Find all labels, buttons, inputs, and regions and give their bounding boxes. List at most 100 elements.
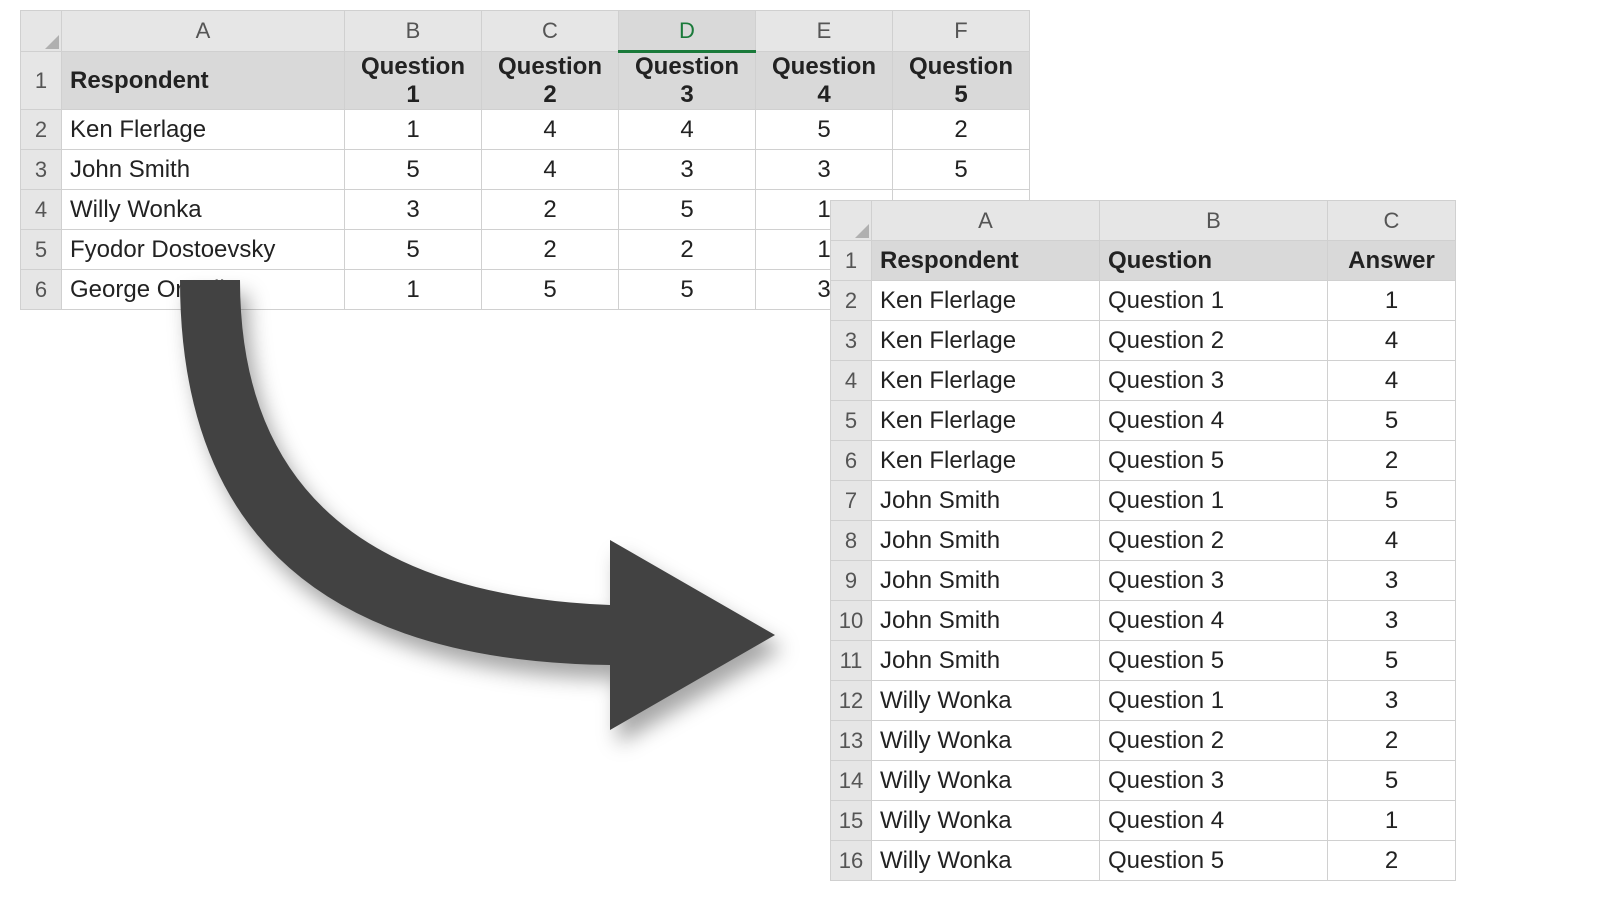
cell[interactable]: 4 bbox=[482, 150, 619, 190]
cell[interactable]: 2 bbox=[1328, 721, 1456, 761]
header-cell[interactable]: Question 1 bbox=[345, 52, 482, 110]
header-cell[interactable]: Question 5 bbox=[893, 52, 1030, 110]
cell[interactable]: Question 4 bbox=[1100, 601, 1328, 641]
cell[interactable]: 4 bbox=[482, 110, 619, 150]
cell[interactable]: Question 5 bbox=[1100, 641, 1328, 681]
cell[interactable]: 4 bbox=[619, 110, 756, 150]
cell[interactable]: 5 bbox=[893, 150, 1030, 190]
cell[interactable]: Question 4 bbox=[1100, 401, 1328, 441]
header-cell[interactable]: Question bbox=[1100, 241, 1328, 281]
row-header[interactable]: 12 bbox=[831, 681, 872, 721]
row-header[interactable]: 3 bbox=[21, 150, 62, 190]
cell[interactable]: Ken Flerlage bbox=[872, 401, 1100, 441]
cell[interactable]: Question 1 bbox=[1100, 281, 1328, 321]
row-header[interactable]: 2 bbox=[21, 110, 62, 150]
col-header-A[interactable]: A bbox=[62, 11, 345, 52]
row-header[interactable]: 15 bbox=[831, 801, 872, 841]
col-header-D[interactable]: D bbox=[619, 11, 756, 52]
row-header[interactable]: 3 bbox=[831, 321, 872, 361]
row-header[interactable]: 9 bbox=[831, 561, 872, 601]
cell[interactable]: 5 bbox=[1328, 641, 1456, 681]
row-header[interactable]: 4 bbox=[21, 190, 62, 230]
cell[interactable]: Question 5 bbox=[1100, 441, 1328, 481]
cell[interactable]: 5 bbox=[619, 190, 756, 230]
cell[interactable]: 4 bbox=[1328, 521, 1456, 561]
row-header[interactable]: 7 bbox=[831, 481, 872, 521]
header-cell[interactable]: Question 2 bbox=[482, 52, 619, 110]
cell[interactable]: 5 bbox=[345, 150, 482, 190]
cell[interactable]: 4 bbox=[1328, 321, 1456, 361]
cell[interactable]: 5 bbox=[1328, 761, 1456, 801]
cell[interactable]: 3 bbox=[619, 150, 756, 190]
cell[interactable]: Ken Flerlage bbox=[872, 361, 1100, 401]
row-header[interactable]: 6 bbox=[21, 270, 62, 310]
col-header-F[interactable]: F bbox=[893, 11, 1030, 52]
header-cell[interactable]: Answer bbox=[1328, 241, 1456, 281]
cell[interactable]: Question 5 bbox=[1100, 841, 1328, 881]
cell[interactable]: 2 bbox=[482, 190, 619, 230]
cell[interactable]: 1 bbox=[1328, 801, 1456, 841]
cell[interactable]: John Smith bbox=[872, 601, 1100, 641]
cell[interactable]: John Smith bbox=[872, 641, 1100, 681]
cell[interactable]: 3 bbox=[1328, 601, 1456, 641]
cell[interactable]: Ken Flerlage bbox=[872, 441, 1100, 481]
cell[interactable]: Question 3 bbox=[1100, 761, 1328, 801]
select-all-corner[interactable] bbox=[831, 201, 872, 241]
col-header-B[interactable]: B bbox=[1100, 201, 1328, 241]
cell[interactable]: Ken Flerlage bbox=[872, 281, 1100, 321]
col-header-A[interactable]: A bbox=[872, 201, 1100, 241]
row-header[interactable]: 8 bbox=[831, 521, 872, 561]
cell[interactable]: 4 bbox=[1328, 361, 1456, 401]
cell[interactable]: John Smith bbox=[872, 521, 1100, 561]
row-header[interactable]: 11 bbox=[831, 641, 872, 681]
cell[interactable]: Question 1 bbox=[1100, 481, 1328, 521]
header-cell[interactable]: Question 3 bbox=[619, 52, 756, 110]
cell[interactable]: Willy Wonka bbox=[872, 681, 1100, 721]
cell[interactable]: 3 bbox=[756, 150, 893, 190]
row-header[interactable]: 6 bbox=[831, 441, 872, 481]
cell[interactable]: 2 bbox=[1328, 441, 1456, 481]
cell[interactable]: Question 1 bbox=[1100, 681, 1328, 721]
cell[interactable]: Question 2 bbox=[1100, 521, 1328, 561]
row-header[interactable]: 16 bbox=[831, 841, 872, 881]
cell[interactable]: 3 bbox=[345, 190, 482, 230]
row-header[interactable]: 14 bbox=[831, 761, 872, 801]
cell[interactable]: 3 bbox=[1328, 681, 1456, 721]
cell[interactable]: Question 4 bbox=[1100, 801, 1328, 841]
col-header-E[interactable]: E bbox=[756, 11, 893, 52]
col-header-C[interactable]: C bbox=[482, 11, 619, 52]
cell[interactable]: Willy Wonka bbox=[872, 721, 1100, 761]
select-all-corner[interactable] bbox=[21, 11, 62, 52]
cell[interactable]: Ken Flerlage bbox=[62, 110, 345, 150]
cell[interactable]: 5 bbox=[756, 110, 893, 150]
col-header-B[interactable]: B bbox=[345, 11, 482, 52]
cell[interactable]: Willy Wonka bbox=[872, 841, 1100, 881]
cell[interactable]: Willy Wonka bbox=[62, 190, 345, 230]
cell[interactable]: Willy Wonka bbox=[872, 801, 1100, 841]
cell[interactable]: 3 bbox=[1328, 561, 1456, 601]
header-cell[interactable]: Question 4 bbox=[756, 52, 893, 110]
row-header[interactable]: 1 bbox=[21, 52, 62, 110]
row-header[interactable]: 2 bbox=[831, 281, 872, 321]
cell[interactable]: 5 bbox=[1328, 401, 1456, 441]
header-cell[interactable]: Respondent bbox=[872, 241, 1100, 281]
row-header[interactable]: 4 bbox=[831, 361, 872, 401]
row-header[interactable]: 10 bbox=[831, 601, 872, 641]
cell[interactable]: Willy Wonka bbox=[872, 761, 1100, 801]
cell[interactable]: 1 bbox=[345, 110, 482, 150]
header-cell[interactable]: Respondent bbox=[62, 52, 345, 110]
cell[interactable]: Ken Flerlage bbox=[872, 321, 1100, 361]
row-header[interactable]: 1 bbox=[831, 241, 872, 281]
cell[interactable]: Question 3 bbox=[1100, 361, 1328, 401]
row-header[interactable]: 5 bbox=[21, 230, 62, 270]
cell[interactable]: John Smith bbox=[872, 481, 1100, 521]
cell[interactable]: 1 bbox=[1328, 281, 1456, 321]
row-header[interactable]: 13 bbox=[831, 721, 872, 761]
cell[interactable]: John Smith bbox=[872, 561, 1100, 601]
cell[interactable]: 2 bbox=[893, 110, 1030, 150]
col-header-C[interactable]: C bbox=[1328, 201, 1456, 241]
cell[interactable]: Question 2 bbox=[1100, 721, 1328, 761]
cell[interactable]: Question 3 bbox=[1100, 561, 1328, 601]
cell[interactable]: John Smith bbox=[62, 150, 345, 190]
row-header[interactable]: 5 bbox=[831, 401, 872, 441]
